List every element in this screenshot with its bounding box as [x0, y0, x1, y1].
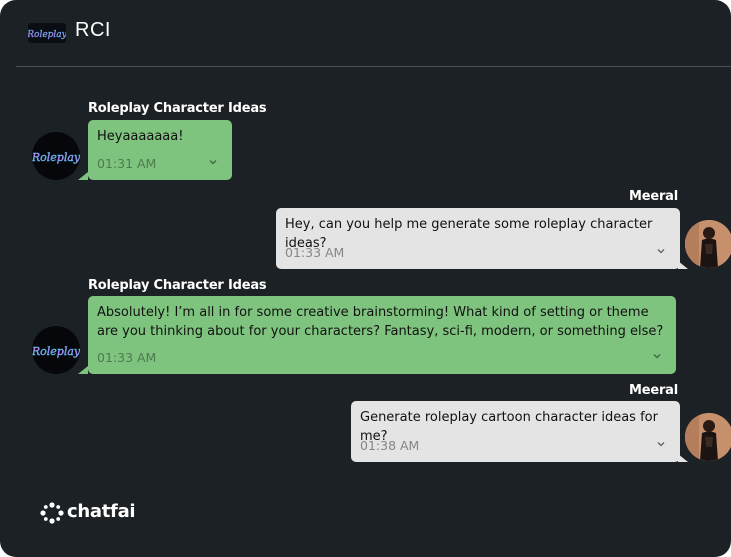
- bubble-tail: [678, 454, 688, 462]
- message-bubble: Generate roleplay cartoon character idea…: [351, 401, 680, 462]
- bubble-tail: [78, 172, 88, 180]
- chatfai-brand[interactable]: chatfai: [40, 501, 136, 524]
- chevron-down-icon[interactable]: [208, 157, 218, 167]
- bubble-tail: [78, 366, 88, 374]
- message-bubble: Heyaaaaaaa! 01:31 AM: [88, 120, 232, 180]
- bot-avatar: Roleplay: [32, 326, 80, 374]
- svg-text:Roleplay: Roleplay: [32, 345, 80, 358]
- message-bubble: Absolutely! I’m all in for some creative…: [88, 296, 676, 374]
- chatfai-logo-icon: [40, 502, 64, 524]
- svg-text:Roleplay: Roleplay: [28, 30, 66, 40]
- bubble-tail: [678, 261, 688, 269]
- chat-title: RCI: [75, 19, 111, 41]
- message-sender: Roleplay Character Ideas: [88, 278, 267, 293]
- message-time: 01:38 AM: [360, 438, 420, 453]
- bot-avatar: Roleplay: [32, 132, 80, 180]
- chat-window: Roleplay RCI Roleplay Character Ideas Ro…: [0, 0, 731, 557]
- chevron-down-icon[interactable]: [656, 439, 666, 449]
- message-time: 01:33 AM: [285, 245, 345, 260]
- chevron-down-icon[interactable]: [656, 246, 666, 256]
- message-sender: Meeral: [628, 189, 678, 204]
- message-text: Absolutely! I’m all in for some creative…: [97, 305, 664, 339]
- user-avatar: [685, 220, 731, 268]
- message-time: 01:31 AM: [97, 156, 157, 171]
- user-avatar: [685, 413, 731, 461]
- chat-header: Roleplay RCI: [0, 0, 731, 67]
- message-sender: Roleplay Character Ideas: [88, 101, 267, 116]
- message-time: 01:33 AM: [97, 350, 157, 365]
- message-sender: Meeral: [628, 383, 678, 398]
- roleplay-logo-icon: Roleplay: [28, 23, 66, 43]
- chevron-down-icon[interactable]: [652, 351, 662, 361]
- svg-text:Roleplay: Roleplay: [32, 151, 80, 164]
- message-text: Heyaaaaaaa!: [97, 129, 184, 144]
- brand-name: chatfai: [67, 501, 136, 522]
- header-divider: [16, 66, 731, 67]
- message-bubble: Hey, can you help me generate some rolep…: [276, 208, 680, 269]
